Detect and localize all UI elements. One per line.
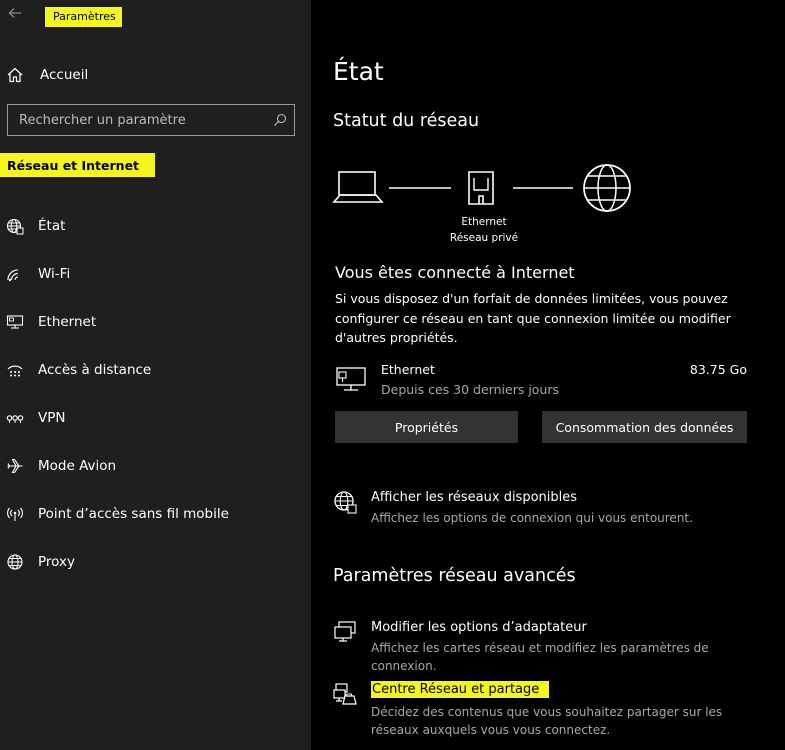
adapter-options-title: Modifier les options d’adaptateur [371, 620, 587, 635]
connection-summary: Ethernet Depuis ces 30 derniers jours 83… [335, 362, 755, 402]
app-title: Paramètres [45, 7, 122, 27]
properties-button[interactable]: Propriétés [335, 411, 518, 443]
airplane-icon [7, 458, 23, 474]
sidebar-item-label: Ethernet [38, 314, 97, 330]
hotspot-icon [7, 507, 23, 521]
globe-icon [7, 554, 23, 570]
network-diagram [332, 164, 631, 212]
connection-period: Depuis ces 30 derniers jours [381, 382, 560, 397]
sharing-center-desc: Décidez des contenus que vous souhaitez … [371, 705, 723, 737]
connection-name: Ethernet [381, 362, 435, 377]
ethernet-port-icon [468, 171, 494, 205]
sidebar-item-dialup[interactable]: Accès à distance [6, 356, 151, 384]
sidebar: Paramètres Accueil Rechercher un paramèt… [0, 0, 311, 750]
search-icon[interactable] [273, 113, 287, 127]
show-networks-link[interactable]: Afficher les réseaux disponibles Affiche… [333, 490, 773, 530]
network-adapter-icon [334, 621, 356, 642]
sidebar-item-label: Proxy [38, 554, 75, 570]
connected-heading: Vous êtes connecté à Internet [335, 263, 575, 282]
main-content: État Statut du réseau Ethernet Réseau pr… [311, 0, 785, 750]
network-type-label: Réseau privé [449, 232, 519, 244]
sidebar-item-label: Accueil [40, 67, 89, 83]
show-networks-title: Afficher les réseaux disponibles [371, 490, 578, 505]
sidebar-item-home[interactable]: Accueil [6, 62, 88, 88]
sidebar-item-etat[interactable]: État [6, 212, 65, 240]
sidebar-item-label: Point d’accès sans fil mobile [38, 506, 229, 522]
sidebar-item-hotspot[interactable]: Point d’accès sans fil mobile [6, 500, 229, 528]
diagram-label: Ethernet Réseau privé [429, 214, 539, 246]
vpn-icon [6, 415, 24, 423]
sharing-center-link[interactable]: Centre Réseau et partage Décidez des con… [333, 681, 773, 740]
wifi-icon [7, 269, 18, 282]
sidebar-item-vpn[interactable]: VPN [6, 404, 65, 432]
internet-globe-icon [583, 164, 631, 212]
show-networks-desc: Affichez les options de connexion qui vo… [371, 511, 693, 525]
back-arrow-icon[interactable] [8, 6, 26, 26]
sidebar-item-label: Accès à distance [38, 362, 152, 378]
sidebar-item-ethernet[interactable]: Ethernet [6, 308, 96, 336]
globe-network-icon [334, 491, 357, 514]
adapter-label: Ethernet [461, 216, 507, 228]
home-icon [7, 67, 23, 83]
sharing-center-title-text: Centre Réseau et partage [371, 681, 550, 698]
data-usage-button[interactable]: Consommation des données [542, 411, 747, 443]
sharing-center-title: Centre Réseau et partage [371, 681, 550, 698]
globe-status-icon [6, 218, 24, 235]
ethernet-adapter-icon [336, 367, 366, 391]
status-heading: Statut du réseau [333, 111, 480, 131]
adapter-options-desc: Affichez les cartes réseau et modifiez l… [371, 641, 709, 673]
data-usage-value: 83.75 Go [689, 362, 747, 377]
dialup-icon [7, 365, 23, 377]
search-placeholder: Rechercher un paramètre [19, 112, 186, 128]
sidebar-item-airplane[interactable]: Mode Avion [6, 452, 116, 480]
sidebar-item-label: État [38, 218, 66, 234]
connected-description: Si vous disposez d'un forfait de données… [335, 291, 731, 345]
section-title: Réseau et Internet [0, 153, 156, 177]
search-input[interactable]: Rechercher un paramètre [7, 104, 295, 136]
sharing-center-icon [333, 683, 357, 705]
sidebar-item-label: Wi-Fi [38, 266, 71, 282]
page-title: État [333, 57, 384, 86]
sidebar-item-proxy[interactable]: Proxy [6, 548, 75, 576]
ethernet-icon [6, 315, 24, 329]
adapter-options-link[interactable]: Modifier les options d’adaptateur Affich… [333, 620, 773, 673]
sidebar-item-label: VPN [38, 410, 66, 426]
advanced-heading: Paramètres réseau avancés [333, 566, 576, 586]
laptop-icon [332, 171, 384, 203]
sidebar-item-wifi[interactable]: Wi-Fi [6, 260, 70, 288]
sidebar-item-label: Mode Avion [38, 458, 117, 474]
